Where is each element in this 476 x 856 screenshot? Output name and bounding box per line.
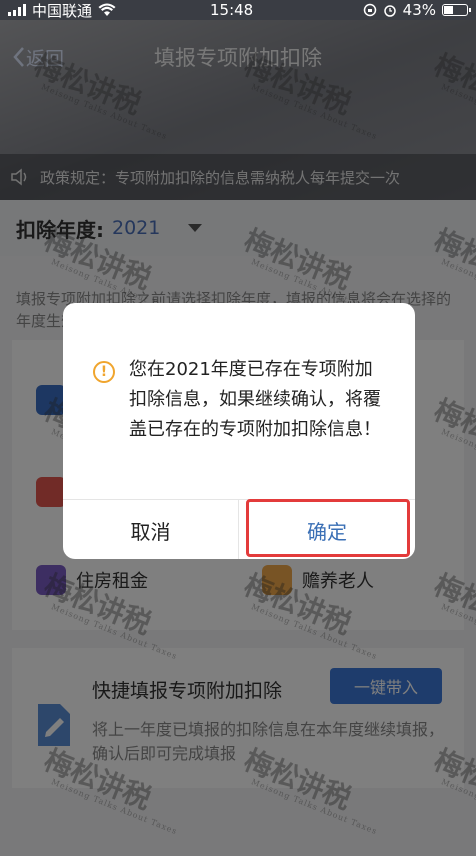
clock: 15:48 (210, 1, 254, 19)
status-left: 中国联通 (8, 0, 116, 21)
rotation-lock-icon (363, 3, 376, 17)
cancel-button[interactable]: 取消 (63, 500, 239, 559)
dialog-body: ! 您在2021年度已存在专项附加扣除信息，如果继续确认，将覆盖已存在的专项附加… (93, 355, 393, 445)
wifi-icon (98, 3, 116, 16)
battery-icon (442, 4, 471, 16)
signal-icon (8, 4, 26, 16)
warning-icon: ! (93, 361, 115, 383)
confirm-button[interactable]: 确定 (239, 500, 415, 559)
battery-percent: 43% (402, 1, 436, 19)
dialog-message: 您在2021年度已存在专项附加扣除信息，如果继续确认，将覆盖已存在的专项附加扣除… (129, 359, 381, 440)
carrier-label: 中国联通 (32, 1, 93, 20)
battery-level (444, 6, 454, 14)
status-right: 43% (363, 1, 471, 19)
status-bar: 中国联通 15:48 43% (0, 0, 476, 20)
alarm-icon (383, 5, 396, 17)
confirm-dialog: ! 您在2021年度已存在专项附加扣除信息，如果继续确认，将覆盖已存在的专项附加… (63, 303, 415, 559)
dialog-actions: 取消 确定 (63, 499, 415, 559)
